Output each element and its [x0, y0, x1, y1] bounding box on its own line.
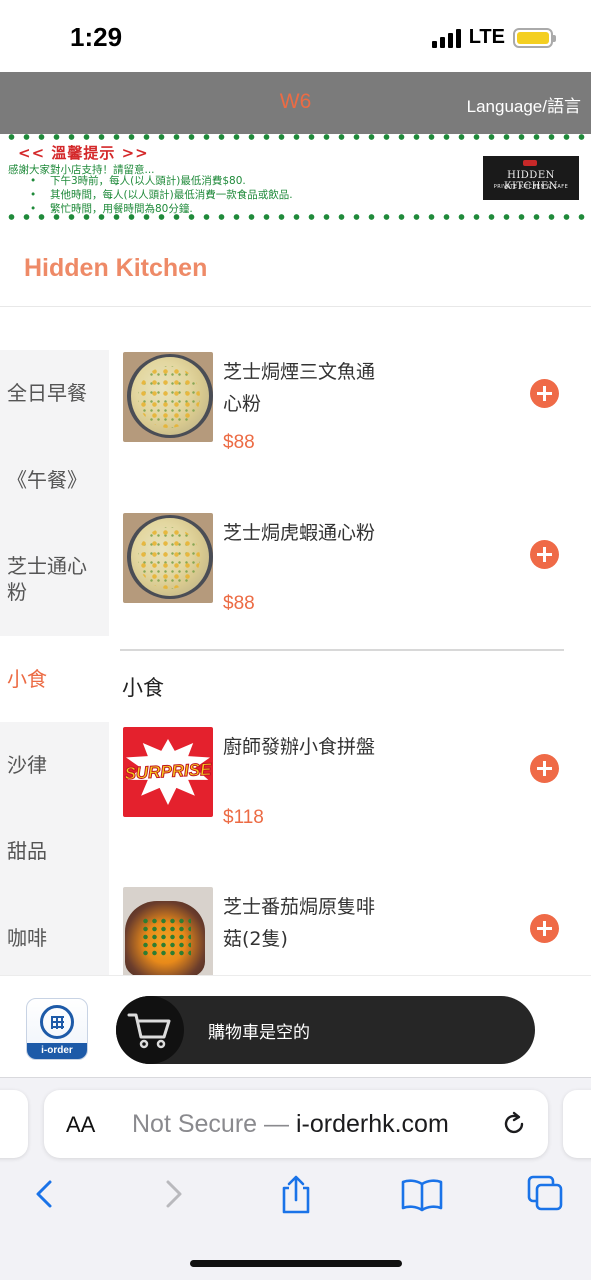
- status-bar: 1:29 LTE: [0, 0, 591, 72]
- url-display[interactable]: Not Secure — i-orderhk.com: [132, 1110, 449, 1139]
- iorder-label: i-order: [27, 1043, 87, 1059]
- restaurant-name: Hidden Kitchen: [24, 254, 208, 282]
- browser-chrome: AA Not Secure — i-orderhk.com: [0, 1077, 591, 1280]
- cart-icon[interactable]: [116, 996, 184, 1064]
- address-bar[interactable]: AA Not Secure — i-orderhk.com: [44, 1090, 548, 1158]
- app-header: W6 Language/語言: [0, 72, 591, 134]
- domain-label: i-orderhk.com: [295, 1110, 449, 1138]
- dish-name: 廚師發辦小食拼盤: [223, 736, 376, 758]
- dish-price: $88: [223, 432, 255, 453]
- category-dessert[interactable]: 甜品: [7, 838, 105, 864]
- next-tab[interactable]: [563, 1090, 591, 1158]
- status-indicators: LTE: [431, 26, 556, 49]
- back-icon[interactable]: [26, 1174, 66, 1214]
- category-all-day-breakfast[interactable]: 全日早餐: [7, 380, 105, 406]
- dish-photo: [123, 887, 213, 975]
- dish-name: 芝士番茄焗原隻啡菇(2隻): [223, 896, 376, 950]
- add-to-cart-button[interactable]: [530, 754, 559, 783]
- category-salad[interactable]: 沙律: [7, 752, 105, 778]
- category-lunch[interactable]: 《午餐》: [7, 467, 105, 493]
- section-title: 小食: [122, 676, 164, 700]
- banner-border-bottom: [4, 214, 587, 220]
- add-to-cart-button[interactable]: [530, 540, 559, 569]
- add-to-cart-button[interactable]: [530, 914, 559, 943]
- surprise-text: SURPRISE: [124, 759, 213, 784]
- dish-photo: [123, 513, 213, 603]
- tabs-icon[interactable]: [526, 1174, 566, 1214]
- dish-price: $88: [223, 593, 255, 614]
- iorder-logo: i-order: [26, 998, 88, 1060]
- bookmarks-icon[interactable]: [400, 1174, 443, 1214]
- section-divider: [120, 649, 564, 651]
- notice-item: 下午3時前，每人(以人頭計)最低消費$80.: [30, 174, 293, 188]
- reload-icon[interactable]: [500, 1110, 528, 1142]
- banner-border-top: [4, 134, 587, 140]
- notice-item: 其他時間，每人(以人頭計)最低消費一款食品或飲品.: [30, 188, 293, 202]
- not-secure-label: Not Secure —: [132, 1110, 290, 1138]
- logo-subtext: PRIVATE KITCHEN & CAFE: [493, 184, 569, 190]
- language-switch[interactable]: Language/語言: [467, 92, 581, 117]
- cart-status: 購物車是空的: [208, 1023, 310, 1043]
- restaurant-logo: HIDDEN KITCHEN PRIVATE KITCHEN & CAFE: [483, 156, 579, 200]
- status-time: 1:29: [70, 22, 123, 52]
- cart-bar[interactable]: 購物車是空的: [116, 996, 535, 1064]
- category-coffee[interactable]: 咖啡: [7, 925, 105, 951]
- battery-icon: [513, 27, 556, 48]
- category-mac-cheese[interactable]: 芝士通心粉: [7, 553, 105, 605]
- cart-area: i-order 購物車是空的: [0, 975, 591, 1077]
- signal-icon: [431, 28, 461, 48]
- category-sidebar: 全日早餐 《午餐》 芝士通心粉 小食 沙律 甜品 咖啡: [0, 350, 109, 975]
- menu-item[interactable]: 芝士焗煙三文魚通心粉 $88: [120, 352, 580, 482]
- share-icon[interactable]: [276, 1174, 316, 1214]
- menu-item[interactable]: SURPRISE 廚師發辦小食拼盤 $118: [120, 727, 580, 857]
- qr-icon: [40, 1005, 74, 1039]
- category-snacks[interactable]: 小食: [7, 666, 105, 692]
- forward-icon[interactable]: [152, 1174, 192, 1214]
- notice-title: << 溫馨提示 >>: [18, 144, 149, 162]
- notice-list: 下午3時前，每人(以人頭計)最低消費$80. 其他時間，每人(以人頭計)最低消費…: [30, 174, 293, 216]
- menu-item[interactable]: 芝士焗虎蝦通心粉 $88: [120, 513, 580, 643]
- notice-banner: << 溫馨提示 >> 感謝大家對小店支持！請留意... 下午3時前，每人(以人頭…: [0, 134, 591, 222]
- previous-tab[interactable]: [0, 1090, 28, 1158]
- dish-photo: SURPRISE: [123, 727, 213, 817]
- divider: [0, 306, 591, 307]
- dish-photo: [123, 352, 213, 442]
- network-label: LTE: [468, 26, 505, 48]
- text-size-label: AA: [66, 1112, 96, 1137]
- add-to-cart-button[interactable]: [530, 379, 559, 408]
- dish-price: $118: [223, 807, 264, 828]
- text-size-button[interactable]: AA: [66, 1112, 95, 1138]
- home-indicator: [190, 1260, 402, 1267]
- menu-item[interactable]: 芝士番茄焗原隻啡菇(2隻): [120, 887, 580, 975]
- dish-name: 芝士焗虎蝦通心粉: [223, 522, 376, 544]
- browser-toolbar: [0, 1174, 591, 1224]
- dish-name: 芝士焗煙三文魚通心粉: [223, 361, 376, 415]
